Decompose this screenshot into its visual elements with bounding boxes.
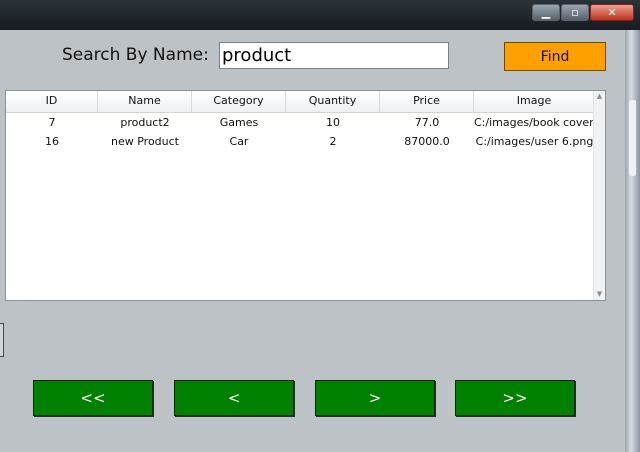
table-header: ID Name Category Quantity Price Image <box>6 91 595 113</box>
search-input[interactable] <box>219 42 449 69</box>
window-controls: ▁ ▫ ✕ <box>531 4 634 21</box>
column-header-quantity[interactable]: Quantity <box>286 91 380 112</box>
table-row[interactable]: 7 product2 Games 10 77.0 C:/images/book … <box>6 113 596 132</box>
side-panel-edge <box>0 323 4 357</box>
cell-image: C:/images/book covers u <box>474 116 595 129</box>
column-header-name[interactable]: Name <box>98 91 192 112</box>
search-label: Search By Name: <box>62 45 209 65</box>
table-row[interactable]: 16 new Product Car 2 87000.0 C:/images/u… <box>6 132 595 151</box>
first-page-button[interactable]: << <box>33 380 153 416</box>
scroll-down-icon[interactable]: ▼ <box>594 289 605 300</box>
cell-id: 7 <box>48 116 56 129</box>
scroll-up-icon[interactable]: ▲ <box>594 91 605 102</box>
table-body: 7 product2 Games 10 77.0 C:/images/book … <box>6 113 595 151</box>
cell-id: 16 <box>45 135 59 148</box>
previous-page-button[interactable]: < <box>174 380 294 416</box>
cell-quantity: 2 <box>329 135 337 148</box>
next-page-button[interactable]: > <box>315 380 435 416</box>
cell-price: 87000.0 <box>404 135 450 148</box>
title-bar: ▁ ▫ ✕ <box>0 0 640 30</box>
last-page-button[interactable]: >> <box>455 380 575 416</box>
column-header-id[interactable]: ID <box>6 91 98 112</box>
cell-image: C:/images/user 6.png <box>475 135 594 148</box>
cell-name: new Product <box>111 135 179 148</box>
window-scrollbar-thumb[interactable] <box>629 100 636 176</box>
column-header-category[interactable]: Category <box>192 91 286 112</box>
column-header-image[interactable]: Image <box>474 91 595 112</box>
close-icon[interactable]: ✕ <box>590 4 634 21</box>
cell-category: Games <box>219 116 259 129</box>
cell-category: Car <box>229 135 249 148</box>
products-table: ID Name Category Quantity Price Image 7 … <box>5 90 606 301</box>
cell-name: product2 <box>120 116 170 129</box>
maximize-icon[interactable]: ▫ <box>561 4 589 21</box>
cell-quantity: 10 <box>326 116 340 129</box>
main-window: Search By Name: Find ID Name Category Qu… <box>0 30 625 452</box>
find-button[interactable]: Find <box>504 42 606 71</box>
window-scrollbar[interactable] <box>625 30 640 452</box>
table-scrollbar[interactable]: ▲ ▼ <box>593 91 605 300</box>
cell-price: 77.0 <box>414 116 440 129</box>
minimize-icon[interactable]: ▁ <box>532 4 560 21</box>
column-header-price[interactable]: Price <box>380 91 474 112</box>
